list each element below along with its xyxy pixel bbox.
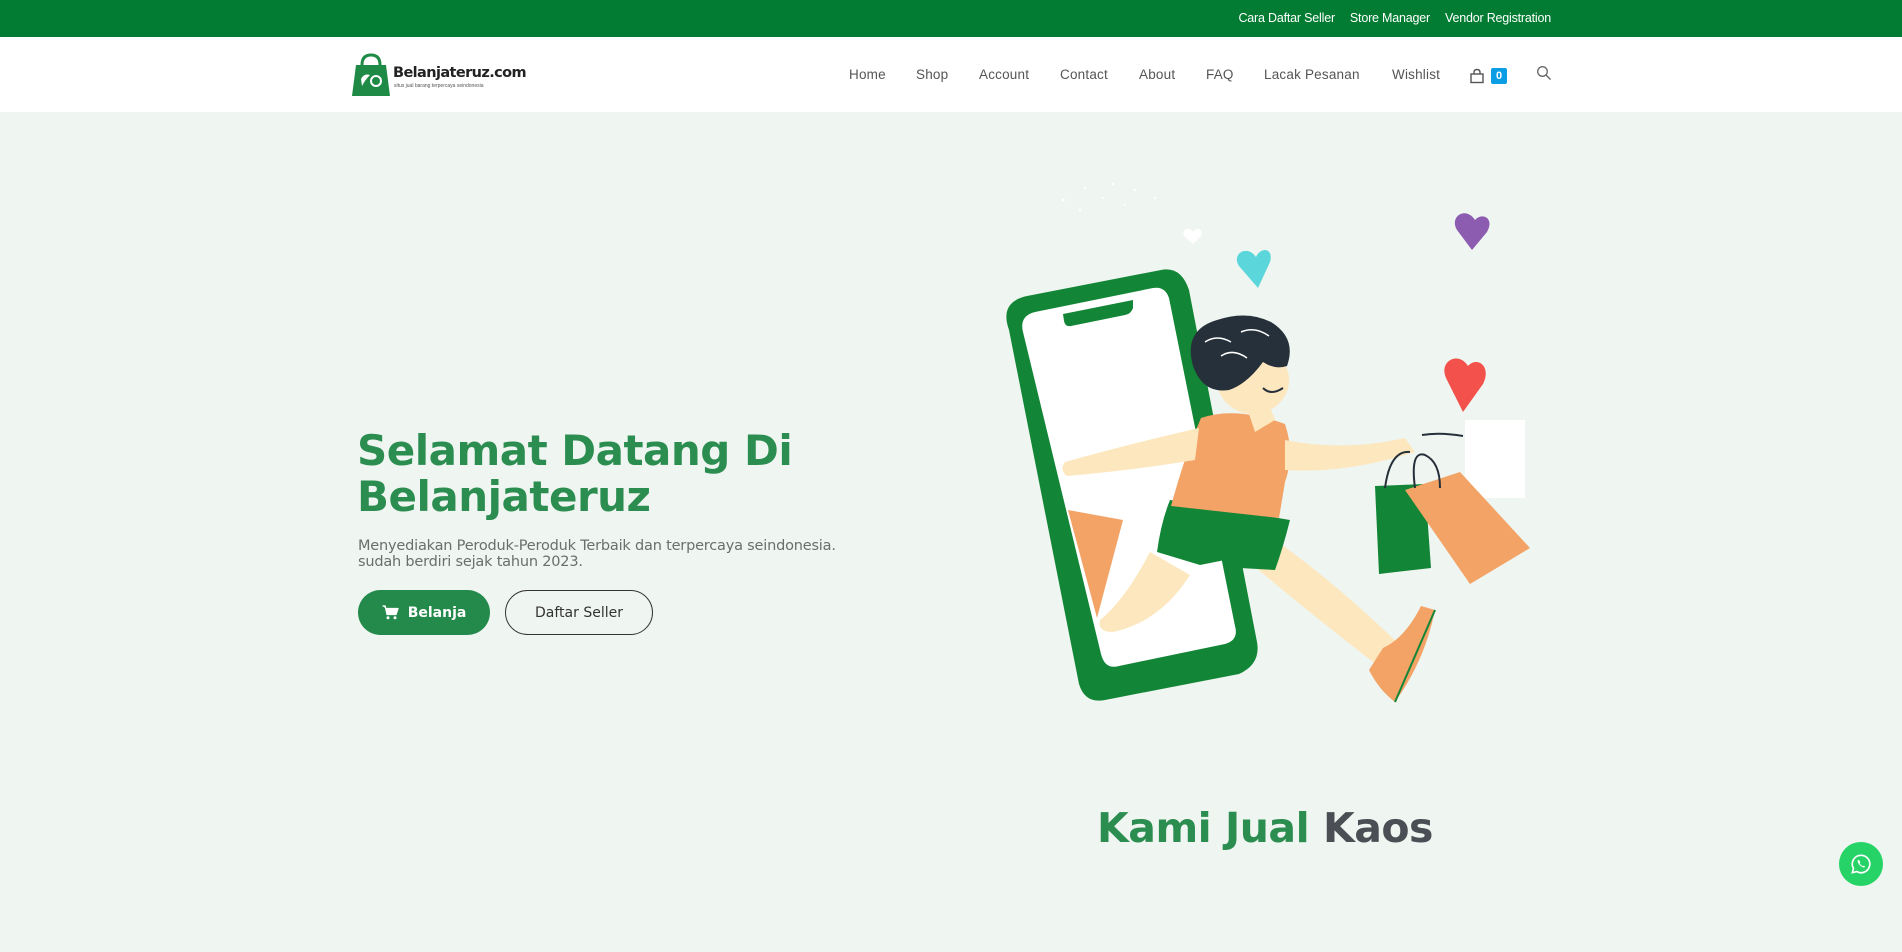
topbar-link-cara-daftar-seller[interactable]: Cara Daftar Seller	[1238, 11, 1335, 25]
cart-icon	[1470, 68, 1484, 84]
site-header: Belanjateruz.com situs jual barang terpe…	[0, 37, 1902, 112]
white-heart-decoration	[1183, 229, 1202, 244]
belanja-button-label: Belanja	[407, 604, 467, 621]
cart-count-badge: 0	[1491, 68, 1507, 84]
nav-item-faq[interactable]: FAQ	[1206, 67, 1234, 82]
shopping-cart-icon	[382, 605, 399, 620]
nav-item-account[interactable]: Account	[979, 67, 1029, 82]
hero-description-line-1: Menyediakan Peroduk-Peroduk Terbaik dan …	[358, 538, 836, 554]
nav-item-about[interactable]: About	[1139, 67, 1175, 82]
nav-item-contact[interactable]: Contact	[1060, 67, 1108, 82]
section-heading-kami-jual-kaos: Kami Jual Kaos	[1097, 804, 1433, 852]
hero-title-line-2: Belanjateruz	[357, 472, 651, 521]
purple-heart-decoration	[1454, 213, 1490, 250]
daftar-seller-button[interactable]: Daftar Seller	[505, 590, 653, 635]
topbar-links: Cara Daftar Seller Store Manager Vendor …	[1238, 11, 1551, 25]
search-button[interactable]	[1536, 65, 1554, 83]
shopping-woman-illustration	[1006, 182, 1530, 703]
daftar-seller-button-label: Daftar Seller	[535, 604, 623, 621]
search-icon	[1537, 66, 1551, 80]
sparkles-decoration	[1061, 182, 1157, 212]
hero-title: Selamat Datang Di Belanjateruz	[357, 428, 877, 520]
nav-item-wishlist[interactable]: Wishlist	[1392, 67, 1440, 82]
hero-description: Menyediakan Peroduk-Peroduk Terbaik dan …	[358, 538, 918, 570]
whatsapp-button[interactable]	[1839, 842, 1883, 886]
topbar-link-vendor-registration[interactable]: Vendor Registration	[1445, 11, 1551, 25]
hero-description-line-2: sudah berdiri sejak tahun 2023.	[358, 554, 583, 570]
topbar-link-store-manager[interactable]: Store Manager	[1350, 11, 1430, 25]
cart-button[interactable]: 0	[1469, 66, 1511, 86]
whatsapp-icon	[1851, 854, 1871, 874]
nav-item-lacak-pesanan[interactable]: Lacak Pesanan	[1264, 67, 1360, 82]
main-nav: Home Shop Account Contact About FAQ Laca…	[0, 67, 1902, 87]
top-bar: Cara Daftar Seller Store Manager Vendor …	[0, 0, 1902, 37]
cyan-heart-decoration	[1236, 249, 1271, 288]
section-heading-green: Kami Jual	[1097, 804, 1310, 852]
hero-title-line-1: Selamat Datang Di	[357, 426, 793, 475]
nav-item-home[interactable]: Home	[849, 67, 886, 82]
section-heading-dark: Kaos	[1322, 804, 1434, 852]
belanja-button[interactable]: Belanja	[358, 590, 490, 635]
red-heart-decoration	[1444, 358, 1486, 412]
nav-item-shop[interactable]: Shop	[916, 67, 948, 82]
